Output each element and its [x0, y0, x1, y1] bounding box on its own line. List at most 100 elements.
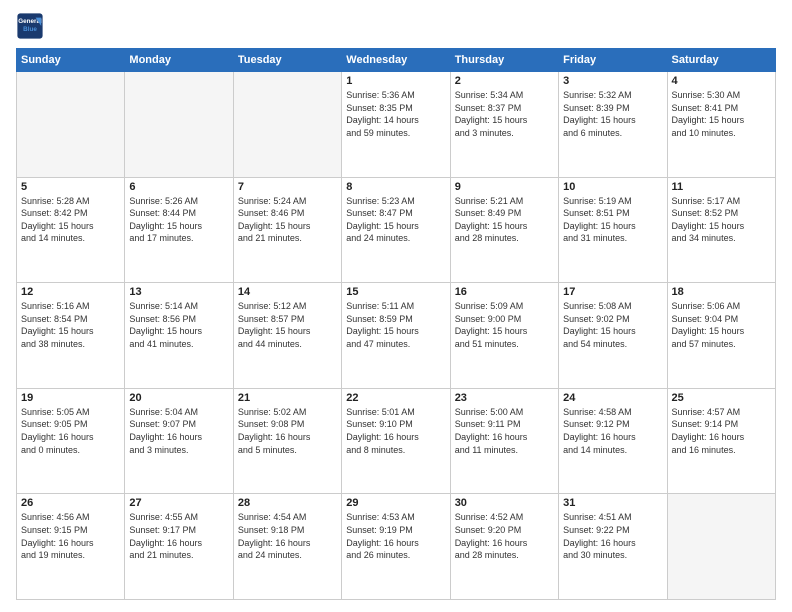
day-info: Sunrise: 5:05 AM Sunset: 9:05 PM Dayligh…: [21, 406, 120, 456]
week-row-5: 26 Sunrise: 4:56 AM Sunset: 9:15 PM Dayli…: [17, 494, 776, 600]
day-number: 9: [455, 181, 554, 193]
day-number: 27: [129, 497, 228, 509]
day-number: 16: [455, 286, 554, 298]
day-number: 26: [21, 497, 120, 509]
day-number: 23: [455, 392, 554, 404]
day-number: 10: [563, 181, 662, 193]
day-number: 18: [672, 286, 771, 298]
day-cell: [233, 72, 341, 178]
day-number: 12: [21, 286, 120, 298]
day-number: 28: [238, 497, 337, 509]
day-info: Sunrise: 5:21 AM Sunset: 8:49 PM Dayligh…: [455, 195, 554, 245]
day-cell: 7 Sunrise: 5:24 AM Sunset: 8:46 PM Daylig…: [233, 177, 341, 283]
day-cell: 1 Sunrise: 5:36 AM Sunset: 8:35 PM Daylig…: [342, 72, 450, 178]
day-info: Sunrise: 5:12 AM Sunset: 8:57 PM Dayligh…: [238, 300, 337, 350]
day-cell: 2 Sunrise: 5:34 AM Sunset: 8:37 PM Daylig…: [450, 72, 558, 178]
day-info: Sunrise: 5:26 AM Sunset: 8:44 PM Dayligh…: [129, 195, 228, 245]
day-cell: 16 Sunrise: 5:09 AM Sunset: 9:00 PM Dayli…: [450, 283, 558, 389]
day-info: Sunrise: 4:52 AM Sunset: 9:20 PM Dayligh…: [455, 511, 554, 561]
day-number: 2: [455, 75, 554, 87]
weekday-header-friday: Friday: [559, 49, 667, 72]
day-number: 1: [346, 75, 445, 87]
day-number: 4: [672, 75, 771, 87]
day-info: Sunrise: 5:16 AM Sunset: 8:54 PM Dayligh…: [21, 300, 120, 350]
day-number: 5: [21, 181, 120, 193]
weekday-header-wednesday: Wednesday: [342, 49, 450, 72]
day-info: Sunrise: 5:23 AM Sunset: 8:47 PM Dayligh…: [346, 195, 445, 245]
day-cell: 17Sunrise: 5:08 AM Sunset: 9:02 PM Dayli…: [559, 283, 667, 389]
day-number: 7: [238, 181, 337, 193]
svg-text:Blue: Blue: [23, 26, 37, 33]
day-cell: 19 Sunrise: 5:05 AM Sunset: 9:05 PM Dayli…: [17, 388, 125, 494]
day-number: 24: [563, 392, 662, 404]
day-number: 19: [21, 392, 120, 404]
day-info: Sunrise: 4:51 AM Sunset: 9:22 PM Dayligh…: [563, 511, 662, 561]
day-info: Sunrise: 5:28 AM Sunset: 8:42 PM Dayligh…: [21, 195, 120, 245]
day-cell: [667, 494, 775, 600]
day-info: Sunrise: 4:55 AM Sunset: 9:17 PM Dayligh…: [129, 511, 228, 561]
day-info: Sunrise: 4:53 AM Sunset: 9:19 PM Dayligh…: [346, 511, 445, 561]
calendar-table: SundayMondayTuesdayWednesdayThursdayFrid…: [16, 48, 776, 600]
day-number: 8: [346, 181, 445, 193]
day-cell: 13 Sunrise: 5:14 AM Sunset: 8:56 PM Dayli…: [125, 283, 233, 389]
day-cell: 5 Sunrise: 5:28 AM Sunset: 8:42 PM Daylig…: [17, 177, 125, 283]
day-number: 14: [238, 286, 337, 298]
page: General Blue SundayMondayTuesdayWednesda…: [0, 0, 792, 612]
day-cell: 21 Sunrise: 5:02 AM Sunset: 9:08 PM Dayli…: [233, 388, 341, 494]
day-cell: 29 Sunrise: 4:53 AM Sunset: 9:19 PM Dayli…: [342, 494, 450, 600]
day-number: 21: [238, 392, 337, 404]
day-info: Sunrise: 5:01 AM Sunset: 9:10 PM Dayligh…: [346, 406, 445, 456]
day-cell: 3 Sunrise: 5:32 AM Sunset: 8:39 PM Daylig…: [559, 72, 667, 178]
day-number: 25: [672, 392, 771, 404]
day-cell: 23 Sunrise: 5:00 AM Sunset: 9:11 PM Dayli…: [450, 388, 558, 494]
day-number: 31: [563, 497, 662, 509]
day-info: Sunrise: 4:56 AM Sunset: 9:15 PM Dayligh…: [21, 511, 120, 561]
day-number: 13: [129, 286, 228, 298]
day-cell: 26 Sunrise: 4:56 AM Sunset: 9:15 PM Dayli…: [17, 494, 125, 600]
day-info: Sunrise: 5:00 AM Sunset: 9:11 PM Dayligh…: [455, 406, 554, 456]
day-info: Sunrise: 5:08 AM Sunset: 9:02 PM Dayligh…: [563, 300, 662, 350]
week-row-1: 1 Sunrise: 5:36 AM Sunset: 8:35 PM Daylig…: [17, 72, 776, 178]
day-info: Sunrise: 5:11 AM Sunset: 8:59 PM Dayligh…: [346, 300, 445, 350]
day-cell: 9 Sunrise: 5:21 AM Sunset: 8:49 PM Daylig…: [450, 177, 558, 283]
day-cell: 6 Sunrise: 5:26 AM Sunset: 8:44 PM Daylig…: [125, 177, 233, 283]
day-info: Sunrise: 5:09 AM Sunset: 9:00 PM Dayligh…: [455, 300, 554, 350]
day-info: Sunrise: 5:30 AM Sunset: 8:41 PM Dayligh…: [672, 89, 771, 139]
day-cell: [125, 72, 233, 178]
logo-icon: General Blue: [16, 12, 44, 40]
weekday-header-saturday: Saturday: [667, 49, 775, 72]
day-info: Sunrise: 5:24 AM Sunset: 8:46 PM Dayligh…: [238, 195, 337, 245]
day-cell: 20 Sunrise: 5:04 AM Sunset: 9:07 PM Dayli…: [125, 388, 233, 494]
day-cell: 11Sunrise: 5:17 AM Sunset: 8:52 PM Dayli…: [667, 177, 775, 283]
day-number: 30: [455, 497, 554, 509]
day-number: 29: [346, 497, 445, 509]
week-row-3: 12 Sunrise: 5:16 AM Sunset: 8:54 PM Dayli…: [17, 283, 776, 389]
day-number: 15: [346, 286, 445, 298]
day-info: Sunrise: 5:06 AM Sunset: 9:04 PM Dayligh…: [672, 300, 771, 350]
day-cell: 8 Sunrise: 5:23 AM Sunset: 8:47 PM Daylig…: [342, 177, 450, 283]
day-cell: 14 Sunrise: 5:12 AM Sunset: 8:57 PM Dayli…: [233, 283, 341, 389]
day-cell: 24Sunrise: 4:58 AM Sunset: 9:12 PM Dayli…: [559, 388, 667, 494]
day-info: Sunrise: 5:32 AM Sunset: 8:39 PM Dayligh…: [563, 89, 662, 139]
weekday-header-monday: Monday: [125, 49, 233, 72]
day-info: Sunrise: 5:34 AM Sunset: 8:37 PM Dayligh…: [455, 89, 554, 139]
week-row-4: 19 Sunrise: 5:05 AM Sunset: 9:05 PM Dayli…: [17, 388, 776, 494]
day-number: 3: [563, 75, 662, 87]
day-cell: 27 Sunrise: 4:55 AM Sunset: 9:17 PM Dayli…: [125, 494, 233, 600]
day-cell: 18 Sunrise: 5:06 AM Sunset: 9:04 PM Dayli…: [667, 283, 775, 389]
day-info: Sunrise: 5:02 AM Sunset: 9:08 PM Dayligh…: [238, 406, 337, 456]
day-info: Sunrise: 5:14 AM Sunset: 8:56 PM Dayligh…: [129, 300, 228, 350]
day-info: Sunrise: 5:17 AM Sunset: 8:52 PM Dayligh…: [672, 195, 771, 245]
day-info: Sunrise: 5:04 AM Sunset: 9:07 PM Dayligh…: [129, 406, 228, 456]
day-cell: 12 Sunrise: 5:16 AM Sunset: 8:54 PM Dayli…: [17, 283, 125, 389]
day-info: Sunrise: 5:19 AM Sunset: 8:51 PM Dayligh…: [563, 195, 662, 245]
weekday-header-sunday: Sunday: [17, 49, 125, 72]
week-row-2: 5 Sunrise: 5:28 AM Sunset: 8:42 PM Daylig…: [17, 177, 776, 283]
day-number: 6: [129, 181, 228, 193]
header: General Blue: [16, 12, 776, 40]
day-number: 20: [129, 392, 228, 404]
logo: General Blue: [16, 12, 44, 40]
day-cell: 4 Sunrise: 5:30 AM Sunset: 8:41 PM Daylig…: [667, 72, 775, 178]
day-info: Sunrise: 5:36 AM Sunset: 8:35 PM Dayligh…: [346, 89, 445, 139]
day-info: Sunrise: 4:54 AM Sunset: 9:18 PM Dayligh…: [238, 511, 337, 561]
